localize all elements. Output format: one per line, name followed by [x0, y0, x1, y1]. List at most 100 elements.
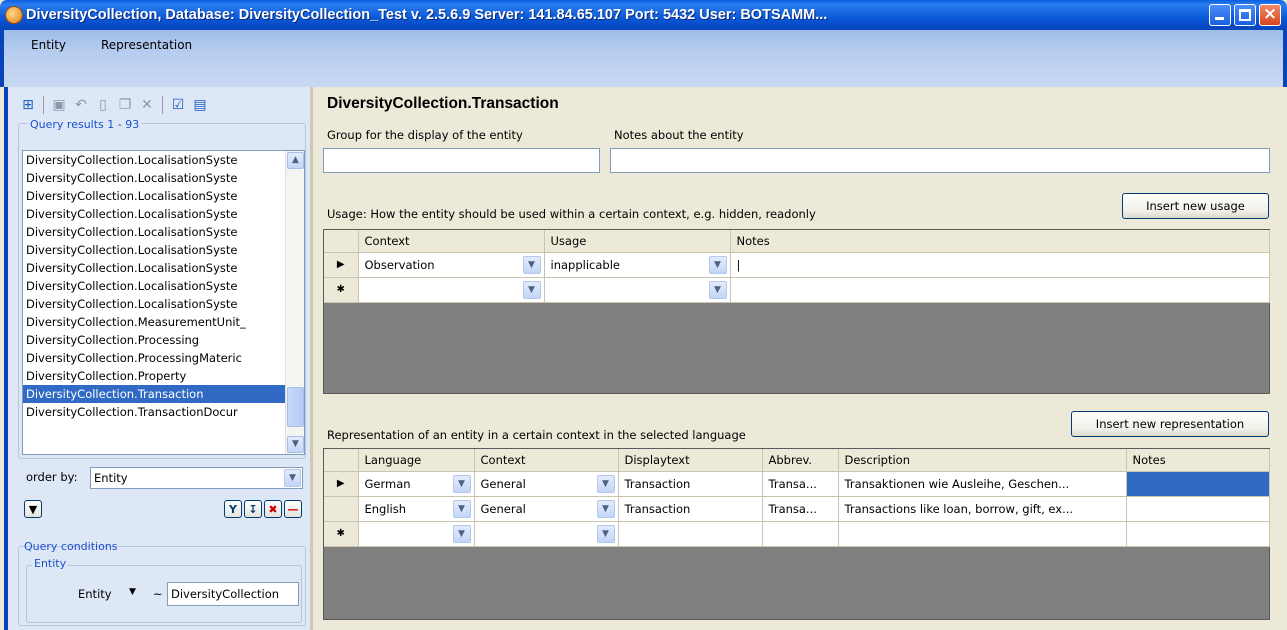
usage-usage-value: inapplicable	[550, 257, 620, 272]
chevron-down-icon[interactable]: ▼	[708, 280, 727, 299]
chevron-down-icon[interactable]: ▼	[284, 469, 301, 487]
chevron-down-icon[interactable]: ▼	[452, 474, 471, 493]
list-item[interactable]: DiversityCollection.TransactionDocur	[23, 403, 285, 421]
menu-entity[interactable]: Entity	[31, 38, 66, 52]
new-language-cell[interactable]: ▼	[358, 521, 475, 547]
entity-search-input[interactable]: DiversityCollection	[167, 582, 299, 606]
new-displaytext-cell[interactable]	[618, 521, 763, 547]
usage-notes-cell[interactable]: |	[730, 252, 1270, 278]
column-header-context[interactable]: Context	[474, 449, 619, 472]
list-item[interactable]: DiversityCollection.LocalisationSyste	[23, 223, 285, 241]
row-header-cell[interactable]	[324, 496, 359, 522]
new-notes-cell[interactable]	[730, 277, 1270, 303]
scroll-up-icon[interactable]: ▲	[287, 152, 304, 169]
displaytext-cell[interactable]: Transaction	[618, 496, 763, 522]
list-item[interactable]: DiversityCollection.LocalisationSyste	[23, 205, 285, 223]
usage-usage-cell[interactable]: inapplicable ▼	[544, 252, 731, 278]
language-cell[interactable]: English ▼	[358, 496, 475, 522]
column-header-displaytext[interactable]: Displaytext	[618, 449, 763, 472]
list-item[interactable]: DiversityCollection.Transaction	[23, 385, 285, 403]
list-item[interactable]: DiversityCollection.Processing	[23, 331, 285, 349]
chevron-down-icon[interactable]: ▼	[596, 474, 615, 493]
scroll-down-icon[interactable]: ▼	[287, 436, 304, 453]
notes-cell[interactable]	[1126, 471, 1270, 497]
row-header-corner	[324, 230, 359, 253]
abbrev-cell[interactable]: Transa...	[762, 471, 839, 497]
new-description-cell[interactable]	[838, 521, 1127, 547]
list-item[interactable]: DiversityCollection.LocalisationSyste	[23, 241, 285, 259]
description-cell[interactable]: Transaktionen wie Ausleihe, Geschen...	[838, 471, 1127, 497]
maximize-button[interactable]	[1234, 4, 1256, 26]
group-field[interactable]	[323, 148, 600, 173]
usage-grid: Context Usage Notes ▶ Observation ▼ inapp…	[323, 229, 1270, 394]
chevron-down-icon[interactable]: ▼	[522, 255, 541, 274]
new-context-cell[interactable]: ▼	[358, 277, 545, 303]
remove-button[interactable]: —	[284, 500, 302, 518]
column-header-notes[interactable]: Notes	[1126, 449, 1270, 472]
context-cell[interactable]: General ▼	[474, 471, 619, 497]
list-item[interactable]: DiversityCollection.LocalisationSyste	[23, 169, 285, 187]
chevron-down-icon[interactable]: ▼	[452, 499, 471, 518]
insert-new-usage-button[interactable]: Insert new usage	[1122, 193, 1269, 219]
title-bar: DiversityCollection, Database: Diversity…	[0, 0, 1287, 30]
chevron-down-icon[interactable]: ▼	[452, 524, 471, 543]
displaytext-cell[interactable]: Transaction	[618, 471, 763, 497]
new-usage-cell[interactable]: ▼	[544, 277, 731, 303]
list-item[interactable]: DiversityCollection.MeasurementUnit_	[23, 313, 285, 331]
abbrev-cell[interactable]: Transa...	[762, 496, 839, 522]
document-icon[interactable]: ▯	[93, 95, 113, 115]
chevron-down-icon[interactable]: ▼	[522, 280, 541, 299]
list-item[interactable]: DiversityCollection.LocalisationSyste	[23, 277, 285, 295]
chevron-down-icon[interactable]: ▼	[596, 499, 615, 518]
scroll-thumb[interactable]	[287, 387, 304, 427]
column-header-notes[interactable]: Notes	[730, 230, 1270, 253]
table-icon[interactable]: ▤	[190, 95, 210, 115]
list-item[interactable]: DiversityCollection.LocalisationSyste	[23, 295, 285, 313]
new-notes-cell[interactable]	[1126, 521, 1270, 547]
column-header-description[interactable]: Description	[838, 449, 1127, 472]
usage-context-cell[interactable]: Observation ▼	[358, 252, 545, 278]
insert-new-representation-button[interactable]: Insert new representation	[1071, 411, 1269, 437]
order-by-select[interactable]: Entity ▼	[90, 467, 303, 489]
query-results-list[interactable]: DiversityCollection.LocalisationSyste Div…	[22, 150, 305, 455]
new-entity-icon[interactable]: ⊞	[18, 95, 38, 115]
minus-icon: —	[287, 502, 299, 516]
notes-field[interactable]	[610, 148, 1270, 173]
column-header-abbrev[interactable]: Abbrev.	[762, 449, 839, 472]
new-row-icon[interactable]: ✱	[324, 277, 359, 303]
notes-cell[interactable]	[1126, 496, 1270, 522]
current-row-icon[interactable]: ▶	[324, 252, 359, 278]
new-abbrev-cell[interactable]	[762, 521, 839, 547]
expand-query-button[interactable]: ▼	[24, 500, 42, 518]
list-item[interactable]: DiversityCollection.Property	[23, 367, 285, 385]
list-item[interactable]: DiversityCollection.LocalisationSyste	[23, 151, 285, 169]
close-button[interactable]: ×	[1259, 4, 1281, 26]
description-cell[interactable]: Transactions like loan, borrow, gift, ex…	[838, 496, 1127, 522]
language-cell[interactable]: German ▼	[358, 471, 475, 497]
results-scrollbar[interactable]: ▲ ▼	[285, 151, 304, 454]
operator-dropdown-icon[interactable]: ▼	[129, 587, 136, 597]
clear-button[interactable]: ✖	[264, 500, 282, 518]
current-row-icon[interactable]: ▶	[324, 471, 359, 497]
list-button[interactable]: ↧	[244, 500, 262, 518]
chevron-down-icon[interactable]: ▼	[708, 255, 727, 274]
column-header-language[interactable]: Language	[358, 449, 475, 472]
menu-representation[interactable]: Representation	[101, 38, 192, 52]
list-item[interactable]: DiversityCollection.LocalisationSyste	[23, 187, 285, 205]
minimize-button[interactable]	[1209, 4, 1231, 26]
new-row-icon[interactable]: ✱	[324, 521, 359, 547]
copy-icon[interactable]: ❐	[115, 95, 135, 115]
checkbox-icon[interactable]: ☑	[168, 95, 188, 115]
new-context-cell[interactable]: ▼	[474, 521, 619, 547]
undo-icon[interactable]: ↶	[71, 95, 91, 115]
delete-icon[interactable]: ✕	[137, 95, 157, 115]
filter-button[interactable]: Y	[224, 500, 242, 518]
save-icon[interactable]: ▣	[49, 95, 69, 115]
column-header-usage[interactable]: Usage	[544, 230, 731, 253]
query-toolbar: ⊞ ▣ ↶ ▯ ❐ ✕ ☑ ▤	[18, 95, 210, 115]
list-item[interactable]: DiversityCollection.ProcessingMateric	[23, 349, 285, 367]
column-header-context[interactable]: Context	[358, 230, 545, 253]
context-cell[interactable]: General ▼	[474, 496, 619, 522]
chevron-down-icon[interactable]: ▼	[596, 524, 615, 543]
list-item[interactable]: DiversityCollection.LocalisationSyste	[23, 259, 285, 277]
